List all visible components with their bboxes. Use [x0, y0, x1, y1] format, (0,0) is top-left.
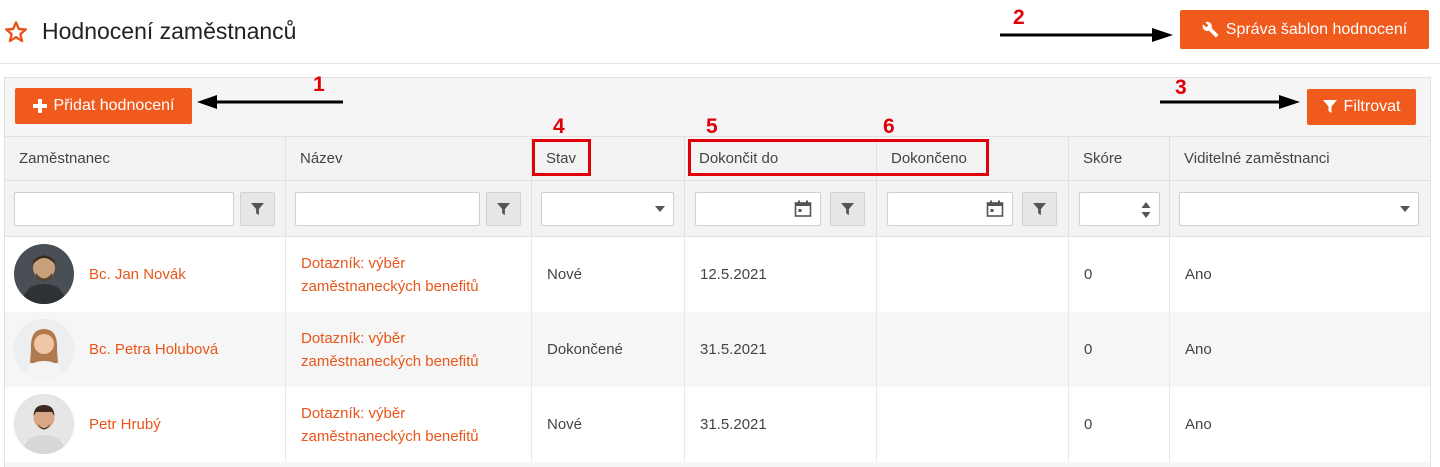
filter-cell-visible — [1170, 180, 1430, 237]
employee-name-link[interactable]: Petr Hrubý — [89, 387, 161, 462]
evaluation-name-line[interactable]: zaměstnaneckých benefitů — [301, 425, 479, 448]
table-row[interactable]: Bc. Petra Holubová Dotazník: výběr zaměst… — [5, 312, 1430, 387]
employee-name-link[interactable]: Bc. Petra Holubová — [89, 312, 218, 387]
employee-cell: Petr Hrubý — [5, 387, 286, 462]
due-date-cell: 12.5.2021 — [685, 237, 877, 312]
add-evaluation-label: Přidat hodnocení — [53, 97, 175, 114]
calendar-icon[interactable] — [794, 200, 812, 218]
visible-cell: Ano — [1185, 341, 1212, 358]
column-header-employee[interactable]: Zaměstnanec — [5, 136, 286, 180]
visible-cell: Ano — [1185, 266, 1212, 283]
column-header-visible[interactable]: Viditelné zaměstnanci — [1170, 136, 1430, 180]
due-date-filter-button[interactable] — [830, 192, 865, 226]
plus-icon — [32, 99, 47, 113]
page-title: Hodnocení zaměstnanců — [42, 18, 297, 44]
manage-templates-button[interactable]: Správa šablon hodnocení — [1180, 10, 1429, 49]
filter-button[interactable]: Filtrovat — [1307, 89, 1416, 125]
employee-cell: Bc. Jan Novák — [5, 237, 286, 312]
calendar-icon[interactable] — [986, 200, 1004, 218]
funnel-icon — [251, 202, 264, 215]
highlight-box-status — [532, 139, 591, 176]
evaluation-name-line[interactable]: Dotazník: výběr — [301, 402, 479, 425]
completed-date-cell — [877, 312, 1069, 387]
completed-date-cell — [877, 387, 1069, 462]
status-cell: Nové — [532, 237, 685, 312]
status-filter-select[interactable] — [541, 192, 674, 226]
spinner-arrows-icon[interactable] — [1141, 201, 1151, 219]
avatar — [14, 319, 74, 379]
evaluation-name-cell[interactable]: Dotazník: výběr zaměstnaneckých benefitů — [286, 312, 532, 387]
star-outline-icon — [5, 21, 27, 43]
filter-cell-completed — [877, 180, 1069, 237]
employee-filter-input[interactable] — [14, 192, 234, 226]
evaluation-name-line[interactable]: zaměstnaneckých benefitů — [301, 275, 479, 298]
evaluation-name-cell[interactable]: Dotazník: výběr zaměstnaneckých benefitů — [286, 237, 532, 312]
avatar — [14, 394, 74, 454]
annotation-arrow-3 — [1160, 95, 1300, 109]
name-filter-input[interactable] — [295, 192, 480, 226]
manage-templates-label: Správa šablon hodnocení — [1225, 20, 1408, 38]
filter-cell-name — [286, 180, 532, 237]
evaluation-name-line[interactable]: Dotazník: výběr — [301, 327, 479, 350]
filter-cell-due — [685, 180, 877, 237]
status-cell: Dokončené — [532, 312, 685, 387]
table-row[interactable]: Petr Hrubý Dotazník: výběr zaměstnaneckýc… — [5, 387, 1430, 462]
visible-filter-select[interactable] — [1179, 192, 1419, 226]
caret-down-icon — [1400, 206, 1410, 212]
score-cell: 0 — [1069, 387, 1170, 462]
name-filter-button[interactable] — [486, 192, 521, 226]
score-cell: 0 — [1069, 237, 1170, 312]
annotation-arrow-2 — [1000, 28, 1173, 42]
completed-date-cell — [877, 237, 1069, 312]
evaluation-name-line[interactable]: Dotazník: výběr — [301, 252, 479, 275]
funnel-icon — [497, 202, 510, 215]
column-header-score[interactable]: Skóre — [1069, 136, 1170, 180]
annotation-arrow-1 — [197, 95, 343, 109]
employee-filter-button[interactable] — [240, 192, 275, 226]
evaluations-grid: Zaměstnanec Název Stav Dokončit do Dokon… — [5, 136, 1430, 467]
score-filter-input[interactable] — [1079, 192, 1160, 226]
add-evaluation-button[interactable]: Přidat hodnocení — [15, 88, 192, 124]
evaluation-name-line[interactable]: zaměstnaneckých benefitů — [301, 350, 479, 373]
filter-cell-status — [532, 180, 685, 237]
completed-date-filter-input[interactable] — [887, 192, 1013, 226]
due-date-cell: 31.5.2021 — [685, 312, 877, 387]
visible-cell: Ano — [1185, 416, 1212, 433]
wrench-icon — [1202, 21, 1219, 38]
avatar — [14, 244, 74, 304]
employee-name-link[interactable]: Bc. Jan Novák — [89, 237, 186, 312]
evaluation-name-cell[interactable]: Dotazník: výběr zaměstnaneckých benefitů — [286, 387, 532, 462]
highlight-box-dates — [688, 139, 989, 176]
score-cell: 0 — [1069, 312, 1170, 387]
filter-cell-score — [1069, 180, 1170, 237]
column-header-name[interactable]: Název — [286, 136, 532, 180]
employee-cell: Bc. Petra Holubová — [5, 312, 286, 387]
filter-cell-employee — [5, 180, 286, 237]
funnel-icon — [1322, 100, 1337, 113]
funnel-icon — [841, 202, 854, 215]
due-date-filter-input[interactable] — [695, 192, 821, 226]
table-row[interactable]: Bc. Jan Novák Dotazník: výběr zaměstnanec… — [5, 237, 1430, 312]
funnel-icon — [1033, 202, 1046, 215]
filter-label: Filtrovat — [1343, 98, 1401, 115]
completed-date-filter-button[interactable] — [1022, 192, 1057, 226]
caret-down-icon — [655, 206, 665, 212]
status-cell: Nové — [532, 387, 685, 462]
due-date-cell: 31.5.2021 — [685, 387, 877, 462]
